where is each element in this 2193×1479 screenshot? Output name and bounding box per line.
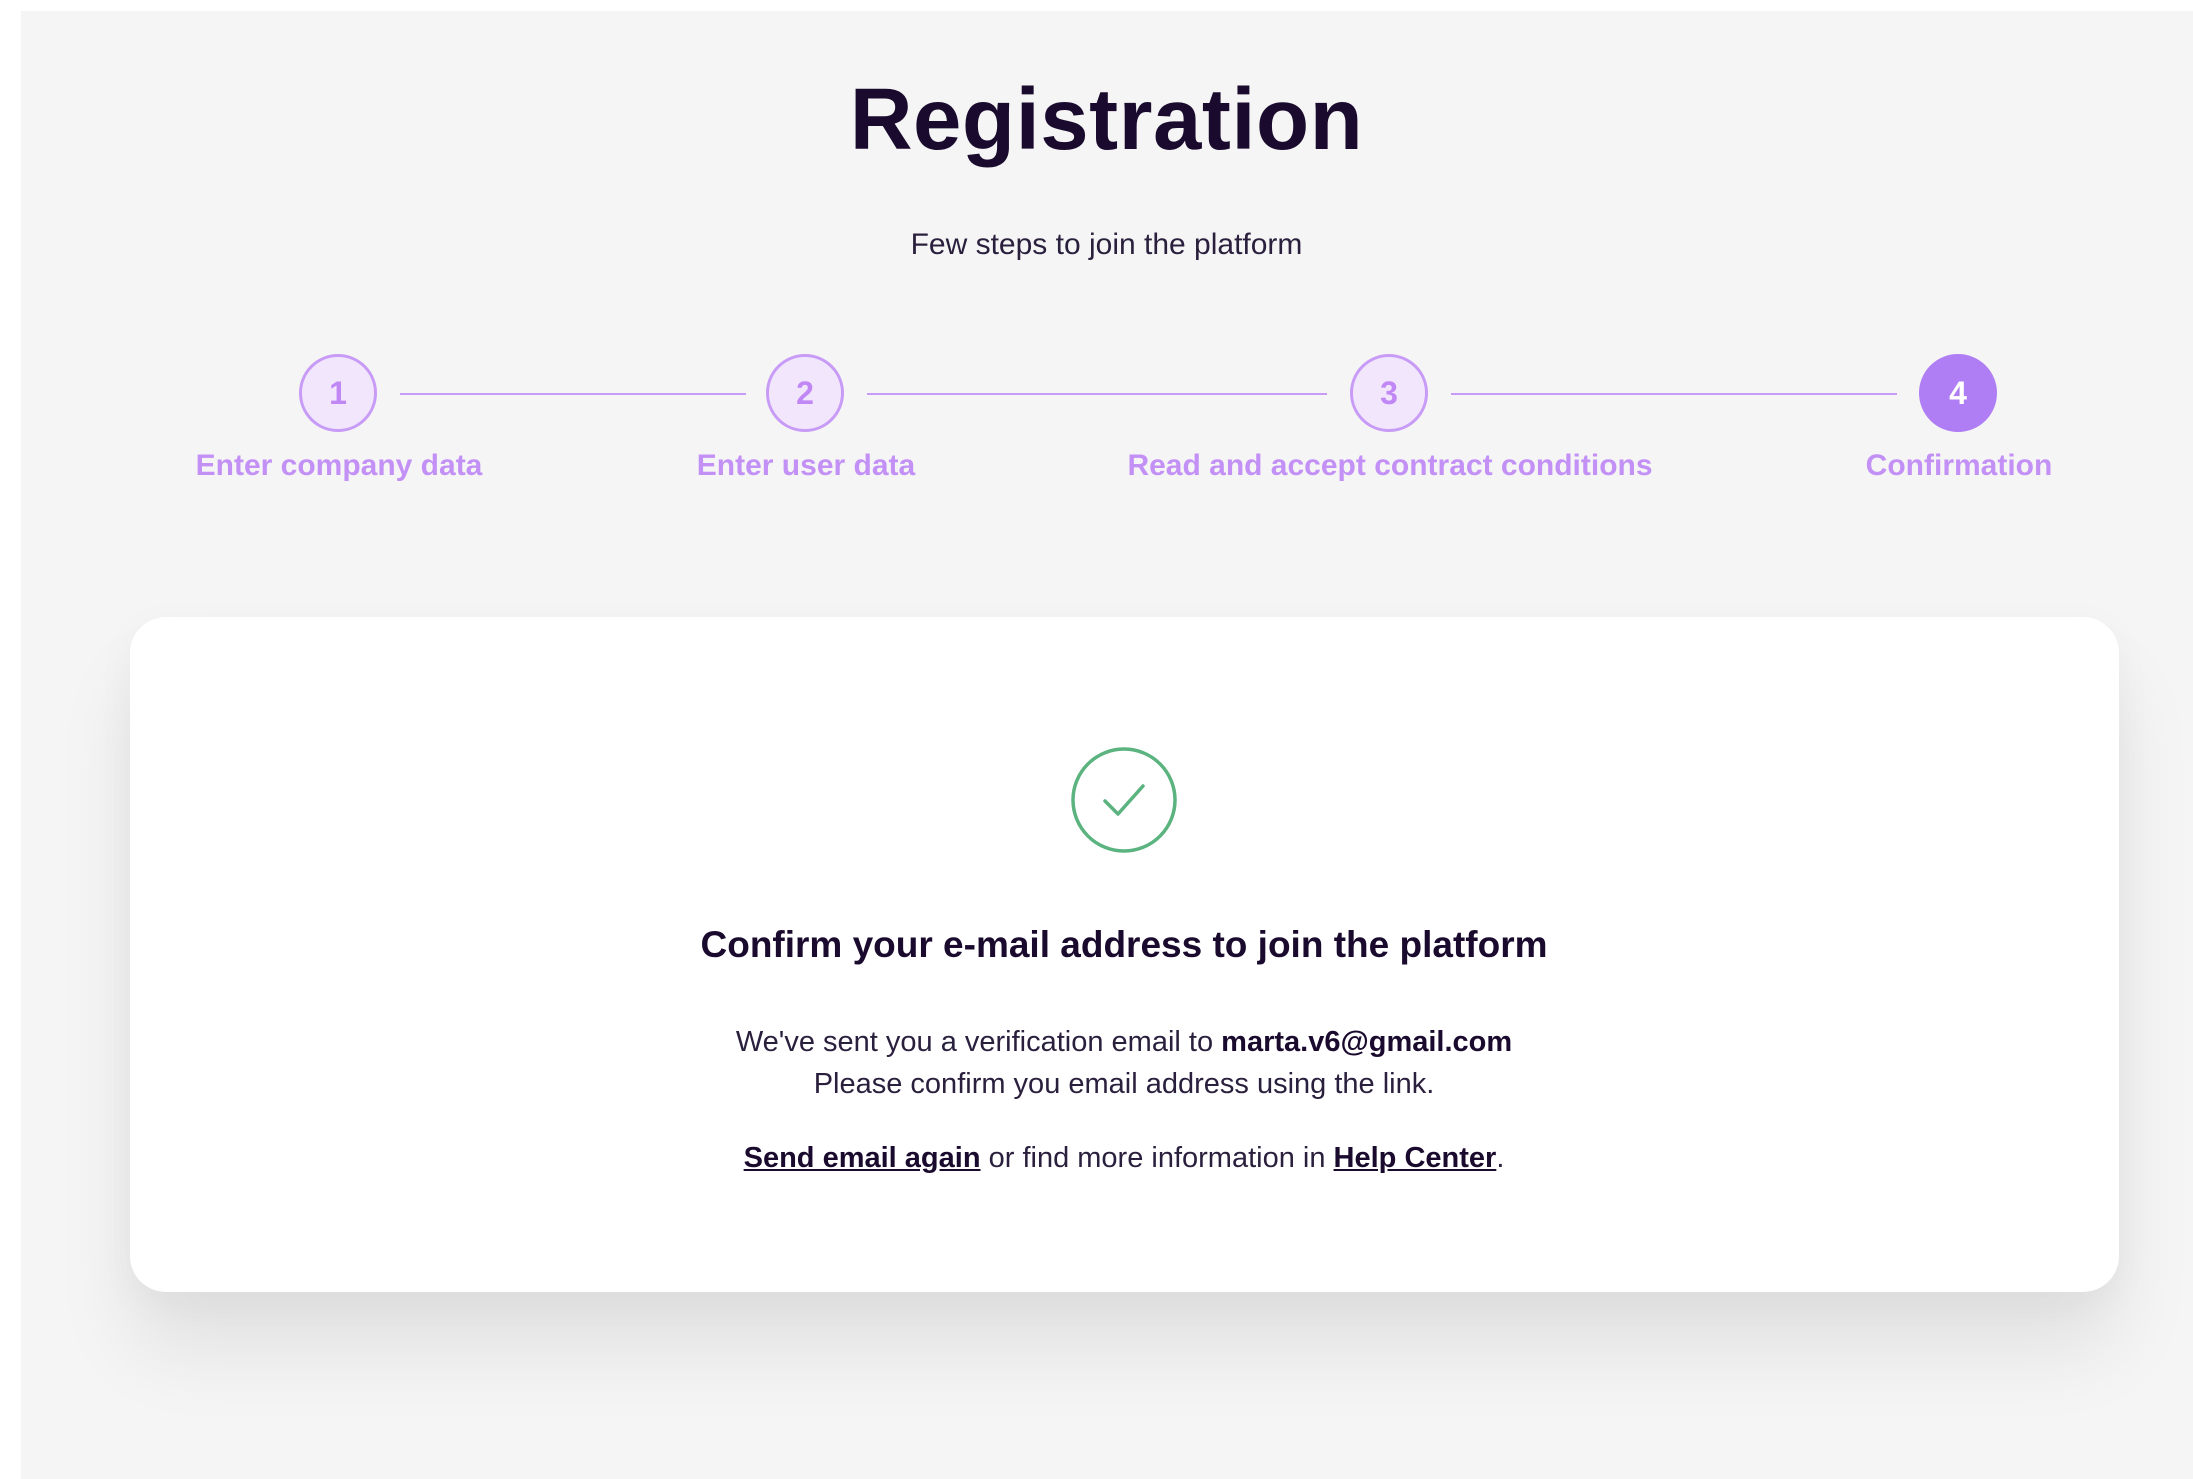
verification-message: We've sent you a verification email to m…: [0, 1026, 2193, 1059]
step-2-circle: 2: [766, 354, 844, 432]
step-connector: [867, 393, 1327, 395]
step-connector: [400, 393, 746, 395]
step-1-label: Enter company data: [195, 449, 483, 482]
step-4-circle: 4: [1919, 354, 1997, 432]
confirmation-title: Confirm your e-mail address to join the …: [700, 924, 1548, 965]
step-connector: [1451, 393, 1897, 395]
step-3-circle: 3: [1350, 354, 1428, 432]
help-line: Send email again or find more informatio…: [0, 1142, 2193, 1175]
page-subtitle: Few steps to join the platform: [910, 228, 1303, 261]
step-3-label: Read and accept contract conditions: [1127, 449, 1653, 482]
help-center-link[interactable]: Help Center: [1334, 1142, 1497, 1174]
check-circle-icon: [1070, 746, 1178, 854]
send-email-again-link[interactable]: Send email again: [744, 1142, 981, 1174]
page-title: Registration: [849, 71, 1364, 168]
help-middle-text: or find more information in: [988, 1142, 1326, 1174]
user-email: marta.v6@gmail.com: [1221, 1026, 1513, 1058]
step-1-circle: 1: [299, 354, 377, 432]
verification-prefix: We've sent you a verification email to: [735, 1026, 1214, 1058]
help-end-punct: .: [1496, 1142, 1505, 1174]
step-4-label: Confirmation: [1865, 449, 2053, 482]
confirm-instruction: Please confirm you email address using t…: [813, 1068, 1435, 1100]
step-2-label: Enter user data: [696, 449, 916, 482]
